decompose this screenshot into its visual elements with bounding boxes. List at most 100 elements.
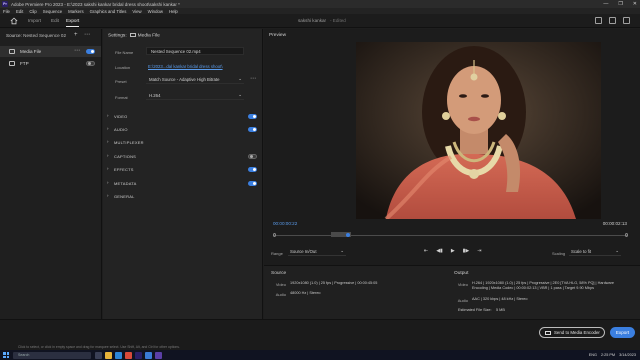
format-dropdown[interactable]: H.264 ⌄ — [146, 92, 244, 100]
section-effects[interactable]: › EFFECTS — [103, 164, 262, 174]
export-button[interactable]: Export — [610, 327, 635, 338]
media-file-icon — [129, 33, 136, 37]
destinations-panel: Source: Nested Sequence 02 + ⋯ Media Fil… — [0, 29, 102, 319]
source-value: Nested Sequence 02 — [23, 33, 67, 38]
settings-header: Settings: Media File — [108, 33, 160, 38]
clock-time[interactable]: 2:25 PM — [601, 353, 615, 357]
go-to-out-icon[interactable]: ⇥ — [477, 248, 481, 254]
fullscreen-icon[interactable] — [623, 17, 630, 24]
playhead-handle[interactable] — [346, 233, 350, 237]
task-view-icon[interactable] — [95, 351, 102, 359]
source-label: Source: Nested Sequence 02 — [6, 33, 66, 38]
clock-date[interactable]: 3/14/2023 — [619, 353, 636, 357]
step-forward-icon[interactable]: ▮▶ — [463, 248, 470, 254]
scaling-dropdown[interactable]: Scale to fit ⌄ — [569, 248, 621, 256]
tab-export[interactable]: Export — [66, 18, 80, 27]
go-to-in-icon[interactable]: ⇤ — [424, 248, 428, 254]
home-icon[interactable] — [10, 17, 18, 25]
progress-dashboard-icon[interactable] — [609, 17, 616, 24]
section-video[interactable]: › VIDEO — [103, 111, 262, 121]
section-captions[interactable]: › CAPTIONS — [103, 151, 262, 161]
add-destination-icon[interactable]: + — [74, 32, 78, 38]
menu-edit[interactable]: Edit — [16, 9, 23, 14]
menu-markers[interactable]: Markers — [68, 9, 84, 14]
export-footer: Send to Media Encoder Export Click to se… — [0, 319, 640, 350]
windows-start-icon[interactable] — [3, 352, 9, 358]
file-name-label: File Name — [115, 50, 134, 55]
out-point-handle[interactable] — [625, 233, 628, 237]
tab-import[interactable]: Import — [28, 18, 41, 23]
source-video-value: 1920x1080 (1.0) | 25 fps | Progressive |… — [290, 281, 378, 285]
close-icon[interactable]: ✕ — [633, 1, 637, 7]
menu-view[interactable]: View — [132, 9, 141, 14]
ftp-toggle[interactable] — [86, 61, 95, 66]
app-icon[interactable] — [155, 351, 162, 359]
header-icons — [595, 17, 630, 24]
current-timecode[interactable]: 00:00:00:22 — [273, 221, 297, 226]
play-icon[interactable]: ▶ — [451, 248, 455, 254]
taskbar-search[interactable]: Search — [13, 351, 91, 359]
audio-toggle[interactable] — [248, 127, 257, 132]
captions-toggle[interactable] — [248, 154, 257, 159]
destination-more-icon[interactable]: ⋯ — [74, 47, 80, 54]
file-name-input[interactable]: Nested Sequence 02.mp4 — [146, 47, 244, 55]
section-metadata[interactable]: › METADATA — [103, 178, 262, 188]
range-label: Range — [271, 251, 283, 256]
location-link[interactable]: E:\2023...dal kankar bridal dress shoot\ — [148, 64, 223, 69]
chrome-icon[interactable] — [125, 351, 132, 359]
section-name: AUDIO — [114, 127, 128, 132]
destination-ftp[interactable]: FTP — [0, 58, 101, 69]
preset-dropdown[interactable]: Match Source - Adaptive High Bitrate ⌄ — [146, 76, 244, 84]
metadata-toggle[interactable] — [248, 181, 257, 186]
preview-scrubber[interactable] — [273, 230, 628, 238]
effects-toggle[interactable] — [248, 167, 257, 172]
minimize-icon[interactable]: — — [603, 1, 608, 7]
send-to-media-encoder-button[interactable]: Send to Media Encoder — [539, 327, 605, 338]
language-indicator[interactable]: ENG — [589, 353, 597, 357]
menu-window[interactable]: Window — [148, 9, 163, 14]
preset-more-icon[interactable]: ⋯ — [250, 75, 256, 82]
chevron-down-icon: ⌄ — [238, 76, 242, 81]
tab-edit[interactable]: Edit — [51, 18, 59, 23]
section-name: CAPTIONS — [114, 154, 137, 159]
menu-graphics-and-titles[interactable]: Graphics and Titles — [90, 9, 127, 14]
file-explorer-icon[interactable] — [105, 351, 112, 359]
project-name: sakshi kankar — [298, 18, 327, 23]
maximize-icon[interactable]: ❐ — [618, 1, 622, 7]
file-size-value: 5 MB — [496, 308, 505, 312]
range-dropdown[interactable]: Source In/Out ⌄ — [288, 248, 346, 256]
end-timecode: 00:00:02:13 — [602, 221, 627, 226]
output-video-value-line2: Encoding | Media Codec | 00:00:02:13 | V… — [472, 286, 595, 290]
scaling-label: Scaling — [552, 251, 566, 256]
section-general[interactable]: › GENERAL — [103, 191, 262, 201]
more-options-icon[interactable]: ⋯ — [84, 31, 90, 38]
section-audio[interactable]: › AUDIO — [103, 124, 262, 134]
status-hint: Click to select, or click in empty space… — [18, 345, 180, 349]
in-point-handle[interactable] — [273, 233, 276, 237]
range-value: Source In/Out — [290, 249, 317, 254]
edge-icon[interactable] — [115, 351, 122, 359]
menu-sequence[interactable]: Sequence — [43, 9, 62, 14]
app-icon[interactable] — [145, 351, 152, 359]
window-title: Adobe Premiere Pro 2023 - E:\2023 sakshi… — [11, 1, 180, 7]
media-file-toggle[interactable] — [86, 49, 95, 54]
media-encoder-icon — [545, 331, 551, 335]
taskbar-apps — [95, 351, 162, 359]
menu-file[interactable]: File — [3, 9, 10, 14]
menu-clip[interactable]: Clip — [29, 9, 36, 14]
section-multiplexer[interactable]: › MULTIPLEXER — [103, 137, 262, 147]
menu-help[interactable]: Help — [169, 9, 178, 14]
scrubber-track[interactable] — [273, 235, 628, 236]
chevron-right-icon: › — [107, 153, 109, 158]
output-audio-key: Audio — [457, 298, 468, 303]
chevron-right-icon: › — [107, 193, 109, 198]
step-back-icon[interactable]: ◀▮ — [436, 248, 443, 254]
output-summary-title: Output — [454, 271, 469, 276]
premiere-pro-icon[interactable] — [135, 351, 142, 359]
quick-export-icon[interactable] — [595, 17, 602, 24]
destination-media-file[interactable]: Media File ⋯ — [0, 46, 101, 57]
output-video-key: Video — [457, 282, 468, 287]
bride-portrait-image — [356, 42, 601, 219]
chevron-right-icon: › — [107, 126, 109, 131]
video-toggle[interactable] — [248, 114, 257, 119]
